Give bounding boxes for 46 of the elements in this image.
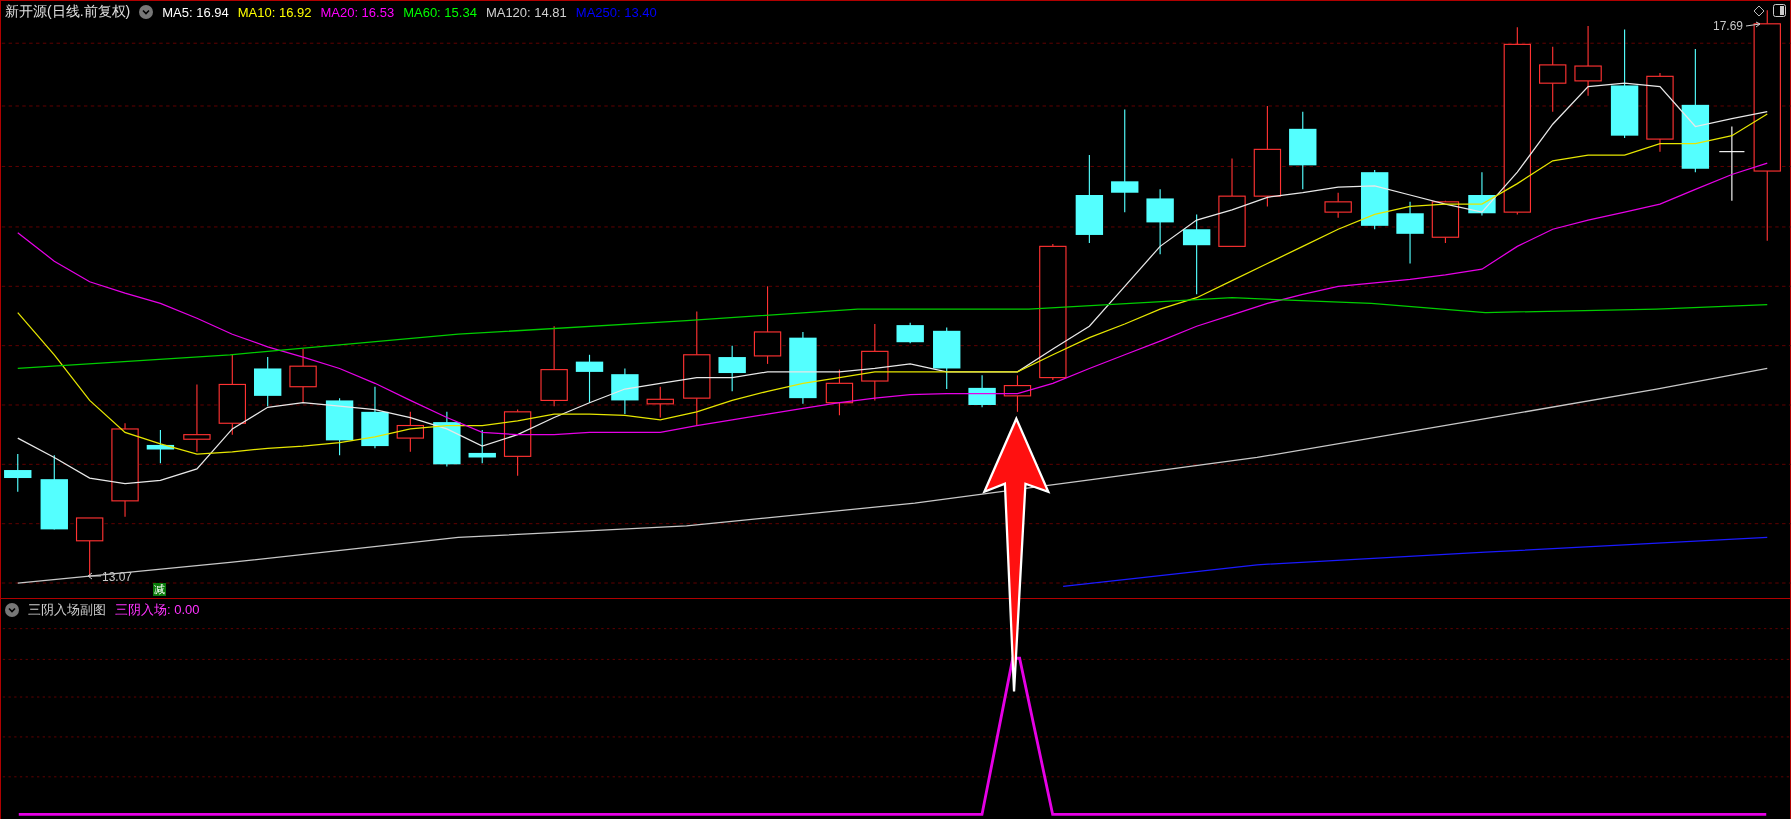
candlestick xyxy=(1324,192,1352,219)
candlestick xyxy=(1146,188,1174,255)
moving-average-legend: MA20: 16.53 xyxy=(320,4,395,20)
candlestick xyxy=(718,345,746,392)
candlestick xyxy=(896,322,924,344)
candlestick xyxy=(575,354,604,404)
candlestick xyxy=(503,409,532,477)
dropdown-icon[interactable] xyxy=(139,5,154,19)
candlestick xyxy=(361,386,389,449)
candlestick xyxy=(325,397,354,456)
low-price-label: 13.07 xyxy=(102,570,133,584)
candlestick xyxy=(611,367,639,415)
moving-average-legend: MA5: 16.94 xyxy=(162,4,229,20)
candlestick xyxy=(1361,169,1389,230)
moving-average-legend: MA120: 14.81 xyxy=(485,4,567,20)
diamond-icon[interactable] xyxy=(1753,4,1765,17)
high-price-label: 17.69 xyxy=(1713,19,1744,33)
arrow-icon xyxy=(1746,21,1762,29)
indicator-title: 三阴入场副图 xyxy=(28,601,106,619)
panel-toggle-icon[interactable] xyxy=(1773,4,1786,17)
candlestick xyxy=(146,429,175,464)
candlestick xyxy=(1431,200,1460,244)
candlestick xyxy=(468,429,496,464)
dropdown-icon[interactable] xyxy=(5,603,19,617)
indicator-value: 三阴入场: 0.00 xyxy=(115,601,200,619)
candlestick xyxy=(1468,171,1496,217)
candlestick xyxy=(289,348,317,404)
candlestick xyxy=(396,411,425,453)
arrow-icon xyxy=(87,572,101,580)
candlestick xyxy=(254,356,282,407)
candlestick xyxy=(1396,201,1424,265)
signal-badge: 减 xyxy=(153,583,166,596)
candlestick xyxy=(1574,25,1602,97)
candlestick xyxy=(183,383,211,453)
candlestick xyxy=(433,411,461,468)
candlestick xyxy=(646,386,674,419)
candlestick xyxy=(968,374,996,408)
moving-average-legend: MA250: 13.40 xyxy=(575,4,657,20)
candlestick xyxy=(825,369,854,416)
moving-average-legend: MA60: 15.34 xyxy=(403,4,477,20)
moving-average-legend: MA10: 16.92 xyxy=(237,4,312,20)
candlestick xyxy=(1003,374,1032,413)
stock-title: 新开源(日线.前复权) xyxy=(5,3,131,21)
candlestick xyxy=(1539,46,1567,113)
candlestick xyxy=(4,453,32,493)
candlestick xyxy=(933,326,961,390)
